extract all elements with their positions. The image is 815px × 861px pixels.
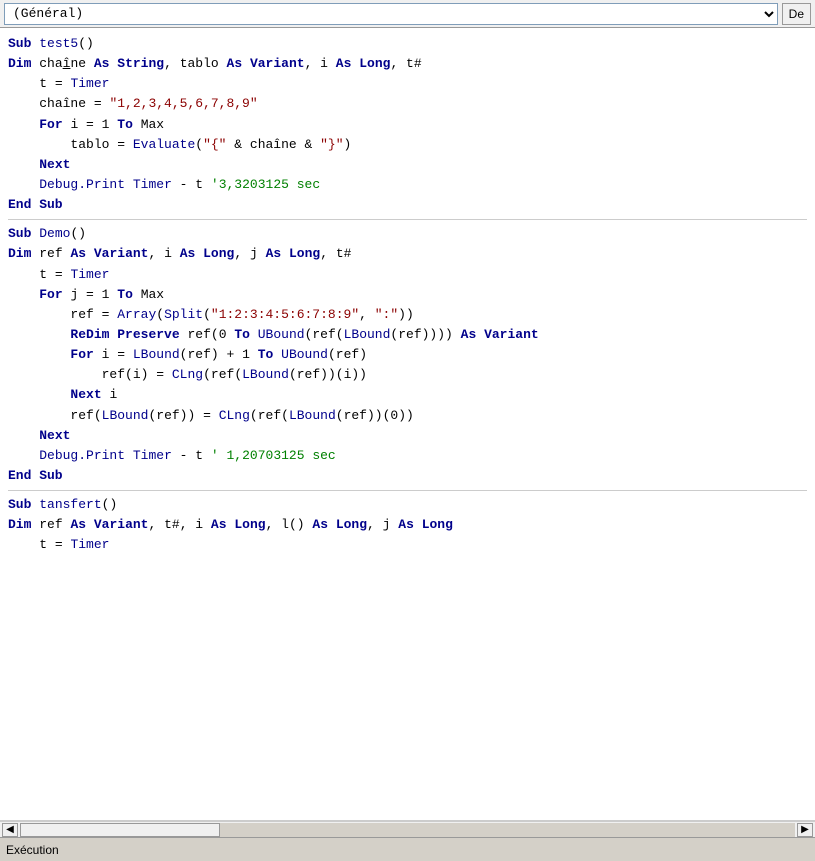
code-line: Dim ref As Variant, i As Long, j As Long… (8, 244, 807, 264)
code-line: t = Timer (8, 535, 807, 555)
code-line: Sub test5() (8, 34, 807, 54)
code-line: Dim chaîne As String, tablo As Variant, … (8, 54, 807, 74)
code-line: Debug.Print Timer - t ' 1,20703125 sec (8, 446, 807, 466)
code-line: ref = Array(Split("1:2:3:4:5:6:7:8:9", "… (8, 305, 807, 325)
top-bar: (Général) De (0, 0, 815, 28)
code-line: t = Timer (8, 265, 807, 285)
code-block-test5: Sub test5() Dim chaîne As String, tablo … (8, 34, 807, 215)
code-line: Sub tansfert() (8, 495, 807, 515)
code-block-tansfert: Sub tansfert() Dim ref As Variant, t#, i… (8, 495, 807, 555)
code-line: For i = 1 To Max (8, 115, 807, 135)
code-line: End Sub (8, 195, 807, 215)
code-area: Sub test5() Dim chaîne As String, tablo … (0, 28, 815, 821)
bottom-status-bar: Exécution (0, 837, 815, 861)
code-line: Sub Demo() (8, 224, 807, 244)
code-line: For j = 1 To Max (8, 285, 807, 305)
code-line: t = Timer (8, 74, 807, 94)
scroll-right-btn[interactable]: ▶ (797, 823, 813, 837)
scroll-left-btn[interactable]: ◀ (2, 823, 18, 837)
code-line: For i = LBound(ref) + 1 To UBound(ref) (8, 345, 807, 365)
code-line: ref(LBound(ref)) = CLng(ref(LBound(ref))… (8, 406, 807, 426)
code-line: chaîne = "1,2,3,4,5,6,7,8,9" (8, 94, 807, 114)
code-line: Dim ref As Variant, t#, i As Long, l() A… (8, 515, 807, 535)
block-divider (8, 490, 807, 491)
de-button[interactable]: De (782, 3, 811, 25)
code-block-demo: Sub Demo() Dim ref As Variant, i As Long… (8, 224, 807, 486)
code-line: Debug.Print Timer - t '3,3203125 sec (8, 175, 807, 195)
code-line: ref(i) = CLng(ref(LBound(ref))(i)) (8, 365, 807, 385)
code-line: Next i (8, 385, 807, 405)
block-divider (8, 219, 807, 220)
module-select[interactable]: (Général) (4, 3, 778, 25)
code-line: Next (8, 155, 807, 175)
code-line: Next (8, 426, 807, 446)
code-line: End Sub (8, 466, 807, 486)
horizontal-scrollbar[interactable]: ◀ ▶ (0, 821, 815, 837)
code-line: ReDim Preserve ref(0 To UBound(ref(LBoun… (8, 325, 807, 345)
code-line: tablo = Evaluate("{" & chaîne & "}") (8, 135, 807, 155)
scroll-thumb[interactable] (20, 823, 220, 837)
scroll-track (20, 823, 795, 837)
